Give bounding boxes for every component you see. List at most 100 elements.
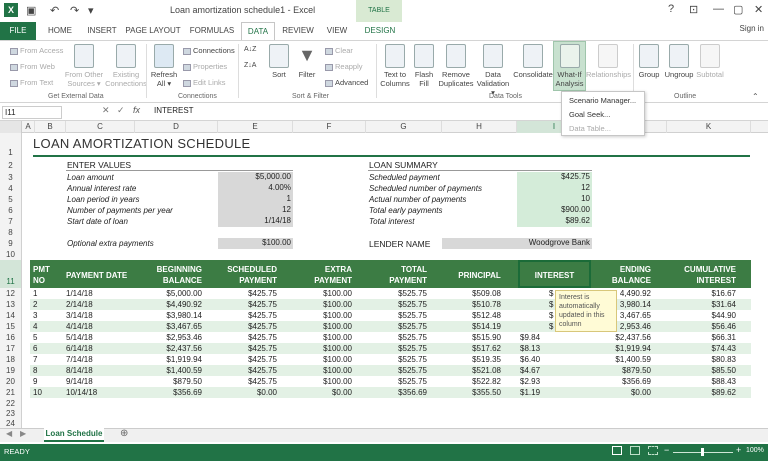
loan-amount-cell[interactable]: $5,000.00 — [218, 172, 293, 183]
cell-total-payment[interactable]: $356.69 — [366, 388, 427, 398]
cell-ending-balance[interactable]: $879.50 — [592, 366, 651, 376]
next-sheet-icon[interactable]: ▶ — [20, 429, 26, 438]
cell-ending-balance[interactable]: $0.00 — [592, 388, 651, 398]
cell-beginning-balance[interactable]: $3,980.14 — [135, 311, 202, 321]
cell-interest[interactable]: $4.67 — [520, 366, 576, 376]
connections-button[interactable]: Connections — [183, 46, 235, 55]
data-table-item[interactable]: Data Table... — [569, 124, 611, 133]
consolidate-button[interactable]: Consolidate — [512, 44, 554, 79]
sheet-tab-loan-schedule[interactable]: Loan Schedule — [44, 428, 104, 442]
start-date-cell[interactable]: 1/14/18 — [218, 216, 293, 227]
loan-period-cell[interactable]: 1 — [218, 194, 293, 205]
confirm-entry-icon[interactable]: ✓ — [117, 105, 125, 116]
cell-scheduled-payment[interactable]: $425.75 — [218, 289, 277, 299]
zoom-level[interactable]: 100% — [746, 447, 764, 454]
restore-button[interactable]: ▢ — [733, 3, 743, 16]
relationships-button[interactable]: Relationships — [586, 44, 631, 79]
cell-interest[interactable]: $8.13 — [520, 344, 576, 354]
column-header-g[interactable]: G — [366, 121, 442, 133]
data-validation-button[interactable]: Data Validation ▾ — [474, 44, 512, 97]
cell-cumulative-interest[interactable]: $80.83 — [667, 355, 736, 365]
cell-cumulative-interest[interactable]: $56.46 — [667, 322, 736, 332]
cell-payment-date[interactable]: 10/14/18 — [66, 388, 134, 398]
page-break-view-icon[interactable] — [648, 446, 658, 455]
remove-duplicates-button[interactable]: Remove Duplicates — [437, 44, 475, 88]
header-pmt-no[interactable]: PMT NO — [30, 264, 52, 286]
cell-principal[interactable]: $521.08 — [442, 366, 501, 376]
close-button[interactable]: ✕ — [754, 3, 763, 16]
cell-beginning-balance[interactable]: $4,490.92 — [135, 300, 202, 310]
cell-payment-date[interactable]: 2/14/18 — [66, 300, 134, 310]
group-button[interactable]: Group — [635, 44, 663, 79]
column-header-c[interactable]: C — [66, 121, 135, 133]
cell-extra-payment[interactable]: $0.00 — [293, 388, 352, 398]
cell-payment-date[interactable]: 5/14/18 — [66, 333, 134, 343]
from-other-sources-button[interactable]: From Other Sources ▾ — [62, 44, 106, 88]
cell-principal[interactable]: $522.82 — [442, 377, 501, 387]
tab-design[interactable]: DESIGN — [360, 22, 400, 40]
row-header-10[interactable]: 10 — [0, 250, 22, 260]
advanced-button[interactable]: Advanced — [325, 78, 368, 87]
add-sheet-icon[interactable]: ⊕ — [120, 428, 128, 439]
cell-total-payment[interactable]: $525.75 — [366, 355, 427, 365]
cell-ending-balance[interactable]: $2,437.56 — [592, 333, 651, 343]
cell-payment-date[interactable]: 7/14/18 — [66, 355, 134, 365]
text-to-columns-button[interactable]: Text to Columns — [378, 44, 412, 88]
cell-extra-payment[interactable]: $100.00 — [293, 322, 352, 332]
header-ending-balance[interactable]: ENDING BALANCE — [592, 264, 651, 286]
row-header-1[interactable]: 1 — [0, 133, 22, 159]
excel-app-icon[interactable]: X — [4, 3, 18, 17]
cell-ending-balance[interactable]: $356.69 — [592, 377, 651, 387]
sign-in-link[interactable]: Sign in — [740, 24, 764, 33]
interest-rate-cell[interactable]: 4.00% — [218, 183, 293, 194]
help-button[interactable]: ? — [668, 3, 674, 15]
prev-sheet-icon[interactable]: ◀ — [6, 429, 12, 438]
cell-cumulative-interest[interactable]: $85.50 — [667, 366, 736, 376]
cell-extra-payment[interactable]: $100.00 — [293, 333, 352, 343]
cell-principal[interactable]: $514.19 — [442, 322, 501, 332]
column-header-e[interactable]: E — [218, 121, 293, 133]
row-header-3[interactable]: 3 — [0, 172, 22, 183]
cell-scheduled-payment[interactable]: $425.75 — [218, 333, 277, 343]
cell-cumulative-interest[interactable]: $66.31 — [667, 333, 736, 343]
cell-payment-date[interactable]: 6/14/18 — [66, 344, 134, 354]
tab-data[interactable]: DATA — [241, 22, 275, 40]
cell-extra-payment[interactable]: $100.00 — [293, 300, 352, 310]
row-header-7[interactable]: 7 — [0, 216, 22, 227]
cancel-entry-icon[interactable]: ✕ — [102, 105, 110, 116]
cell-principal[interactable]: $355.50 — [442, 388, 501, 398]
goal-seek-item[interactable]: Goal Seek... — [569, 110, 610, 119]
cell-extra-payment[interactable]: $100.00 — [293, 311, 352, 321]
cell-cumulative-interest[interactable]: $89.62 — [667, 388, 736, 398]
cell-cumulative-interest[interactable]: $74.43 — [667, 344, 736, 354]
cell-total-payment[interactable]: $525.75 — [366, 322, 427, 332]
cell-total-payment[interactable]: $525.75 — [366, 300, 427, 310]
cell-scheduled-payment[interactable]: $425.75 — [218, 366, 277, 376]
cell-beginning-balance[interactable]: $5,000.00 — [135, 289, 202, 299]
page-layout-view-icon[interactable] — [630, 446, 640, 455]
cell-beginning-balance[interactable]: $1,400.59 — [135, 366, 202, 376]
cell-cumulative-interest[interactable]: $16.67 — [667, 289, 736, 299]
cell-payment-date[interactable]: 9/14/18 — [66, 377, 134, 387]
cell-principal[interactable]: $515.90 — [442, 333, 501, 343]
lender-name-cell[interactable]: Woodgrove Bank — [442, 238, 592, 249]
row-header-9[interactable]: 9 — [0, 238, 22, 250]
cell-extra-payment[interactable]: $100.00 — [293, 344, 352, 354]
redo-icon[interactable]: ↷ — [70, 4, 79, 17]
row-header-4[interactable]: 4 — [0, 183, 22, 194]
cell-payment-date[interactable]: 3/14/18 — [66, 311, 134, 321]
column-header-f[interactable]: F — [293, 121, 366, 133]
cell-beginning-balance[interactable]: $1,919.94 — [135, 355, 202, 365]
row-header-20[interactable]: 20 — [0, 376, 22, 387]
filter-button[interactable]: ▼ Filter — [294, 44, 320, 79]
cell-principal[interactable]: $509.08 — [442, 289, 501, 299]
header-principal[interactable]: PRINCIPAL — [442, 270, 517, 281]
cell-pmt-no[interactable]: 8 — [33, 366, 63, 376]
tab-view[interactable]: VIEW — [322, 22, 352, 40]
zoom-out-button[interactable]: − — [664, 445, 669, 455]
cell-interest[interactable]: $6.40 — [520, 355, 576, 365]
cell-interest[interactable]: $2.93 — [520, 377, 576, 387]
cell-payment-date[interactable]: 4/14/18 — [66, 322, 134, 332]
cell-extra-payment[interactable]: $100.00 — [293, 366, 352, 376]
cell-beginning-balance[interactable]: $2,437.56 — [135, 344, 202, 354]
